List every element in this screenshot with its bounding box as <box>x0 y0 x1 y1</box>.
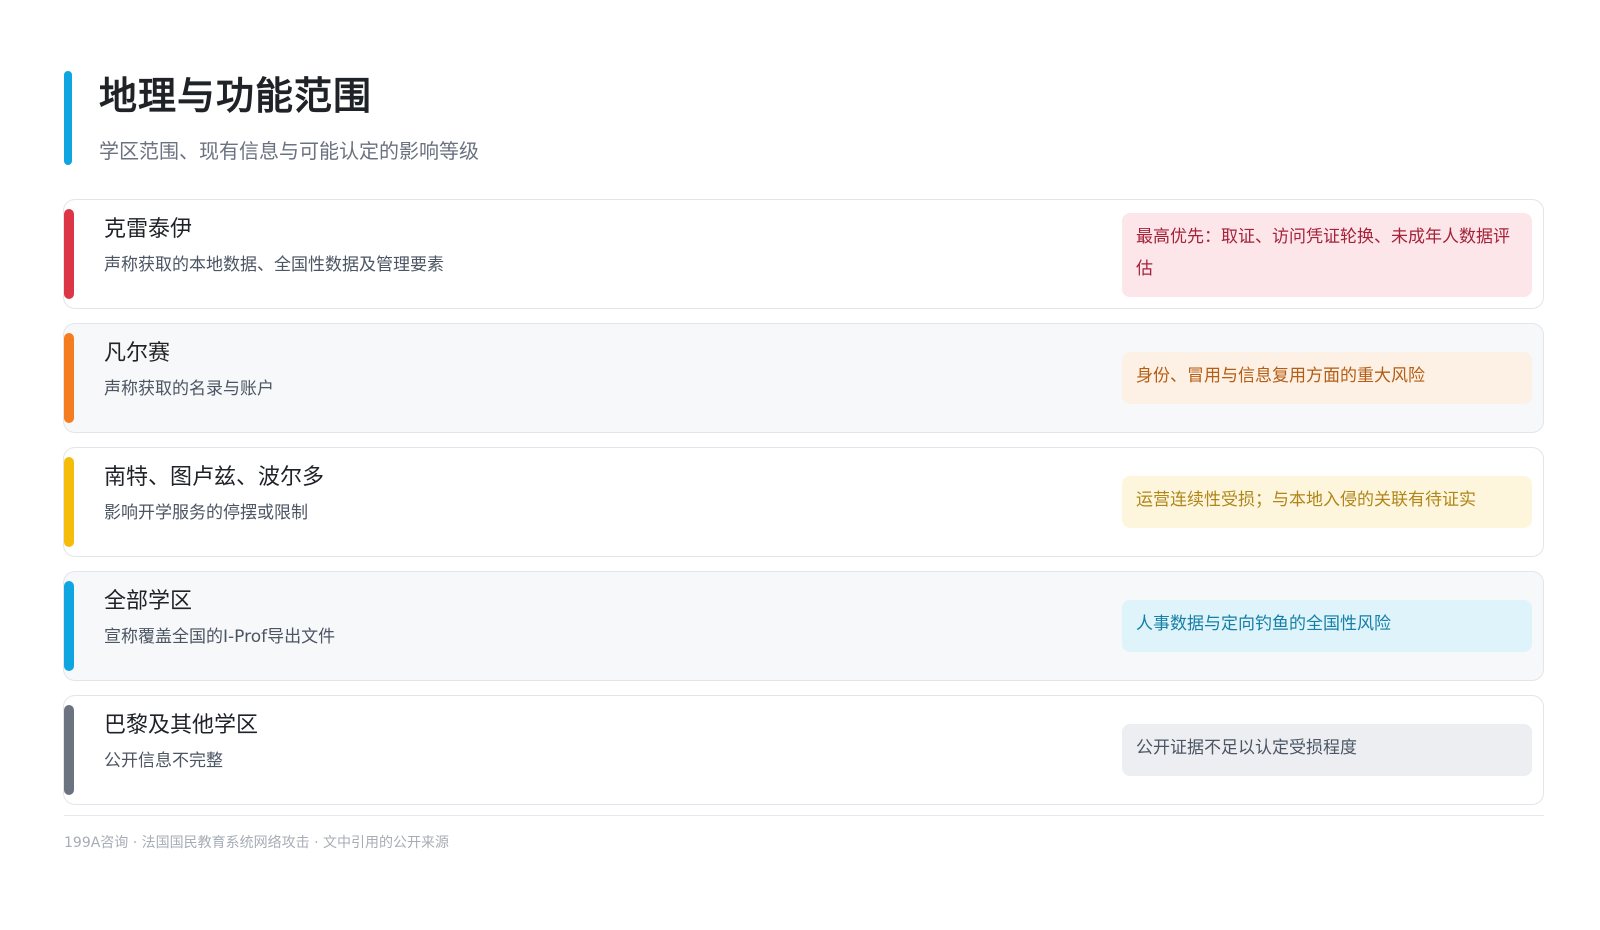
row-color-bar <box>64 705 74 795</box>
impact-badge: 身份、冒用与信息复用方面的重大风险 <box>1122 352 1532 404</box>
row-title: 南特、图卢兹、波尔多 <box>104 465 325 490</box>
row-color-bar <box>64 209 74 299</box>
row-description: 声称获取的本地数据、全国性数据及管理要素 <box>104 255 444 275</box>
page-title: 地理与功能范围 <box>99 74 373 118</box>
page-subtitle: 学区范围、现有信息与可能认定的影响等级 <box>99 139 479 163</box>
scope-row-paris-others: 巴黎及其他学区 公开信息不完整 公开证据不足以认定受损程度 <box>63 695 1544 805</box>
impact-badge: 公开证据不足以认定受损程度 <box>1122 724 1532 776</box>
row-title: 凡尔赛 <box>104 341 171 366</box>
impact-badge: 最高优先：取证、访问凭证轮换、未成年人数据评估 <box>1122 213 1532 297</box>
scope-row-all-academies: 全部学区 宣称覆盖全国的I-Prof导出文件 人事数据与定向钓鱼的全国性风险 <box>63 571 1544 681</box>
scope-row-versailles: 凡尔赛 声称获取的名录与账户 身份、冒用与信息复用方面的重大风险 <box>63 323 1544 433</box>
row-description: 公开信息不完整 <box>104 751 223 771</box>
footer-source: 199A咨询 · 法国国民教育系统网络攻击 · 文中引用的公开来源 <box>64 835 449 851</box>
impact-badge: 运营连续性受损；与本地入侵的关联有待证实 <box>1122 476 1532 528</box>
scope-list: 克雷泰伊 声称获取的本地数据、全国性数据及管理要素 最高优先：取证、访问凭证轮换… <box>63 199 1544 819</box>
row-description: 宣称覆盖全国的I-Prof导出文件 <box>104 627 336 647</box>
row-description: 影响开学服务的停摆或限制 <box>104 503 308 523</box>
scope-row-nantes-toulouse-bordeaux: 南特、图卢兹、波尔多 影响开学服务的停摆或限制 运营连续性受损；与本地入侵的关联… <box>63 447 1544 557</box>
row-color-bar <box>64 457 74 547</box>
header-accent-bar <box>64 71 72 165</box>
row-title: 巴黎及其他学区 <box>104 713 259 738</box>
row-color-bar <box>64 581 74 671</box>
row-color-bar <box>64 333 74 423</box>
row-title: 克雷泰伊 <box>104 217 193 242</box>
row-description: 声称获取的名录与账户 <box>104 379 274 399</box>
scope-row-creteil: 克雷泰伊 声称获取的本地数据、全国性数据及管理要素 最高优先：取证、访问凭证轮换… <box>63 199 1544 309</box>
page-header: 地理与功能范围 学区范围、现有信息与可能认定的影响等级 <box>64 71 964 165</box>
slide: 地理与功能范围 学区范围、现有信息与可能认定的影响等级 克雷泰伊 声称获取的本地… <box>0 0 1600 930</box>
impact-badge: 人事数据与定向钓鱼的全国性风险 <box>1122 600 1532 652</box>
row-title: 全部学区 <box>104 589 193 614</box>
footer-divider <box>64 815 1544 816</box>
